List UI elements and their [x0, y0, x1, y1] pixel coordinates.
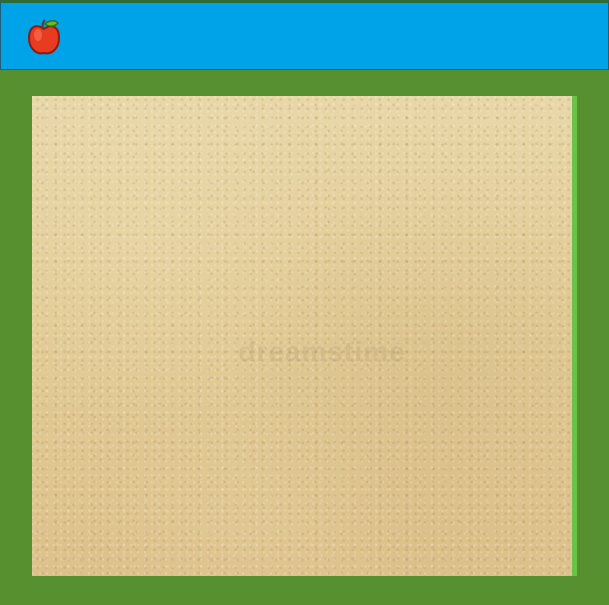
watermark: dreamstime — [238, 336, 406, 367]
game-screen: dreamstime — [0, 0, 609, 605]
board-frame: dreamstime — [0, 70, 609, 605]
apple-icon — [27, 19, 61, 55]
board-right-edge — [572, 96, 577, 576]
top-bar — [0, 0, 609, 70]
sand-play-area[interactable]: dreamstime — [32, 96, 576, 576]
